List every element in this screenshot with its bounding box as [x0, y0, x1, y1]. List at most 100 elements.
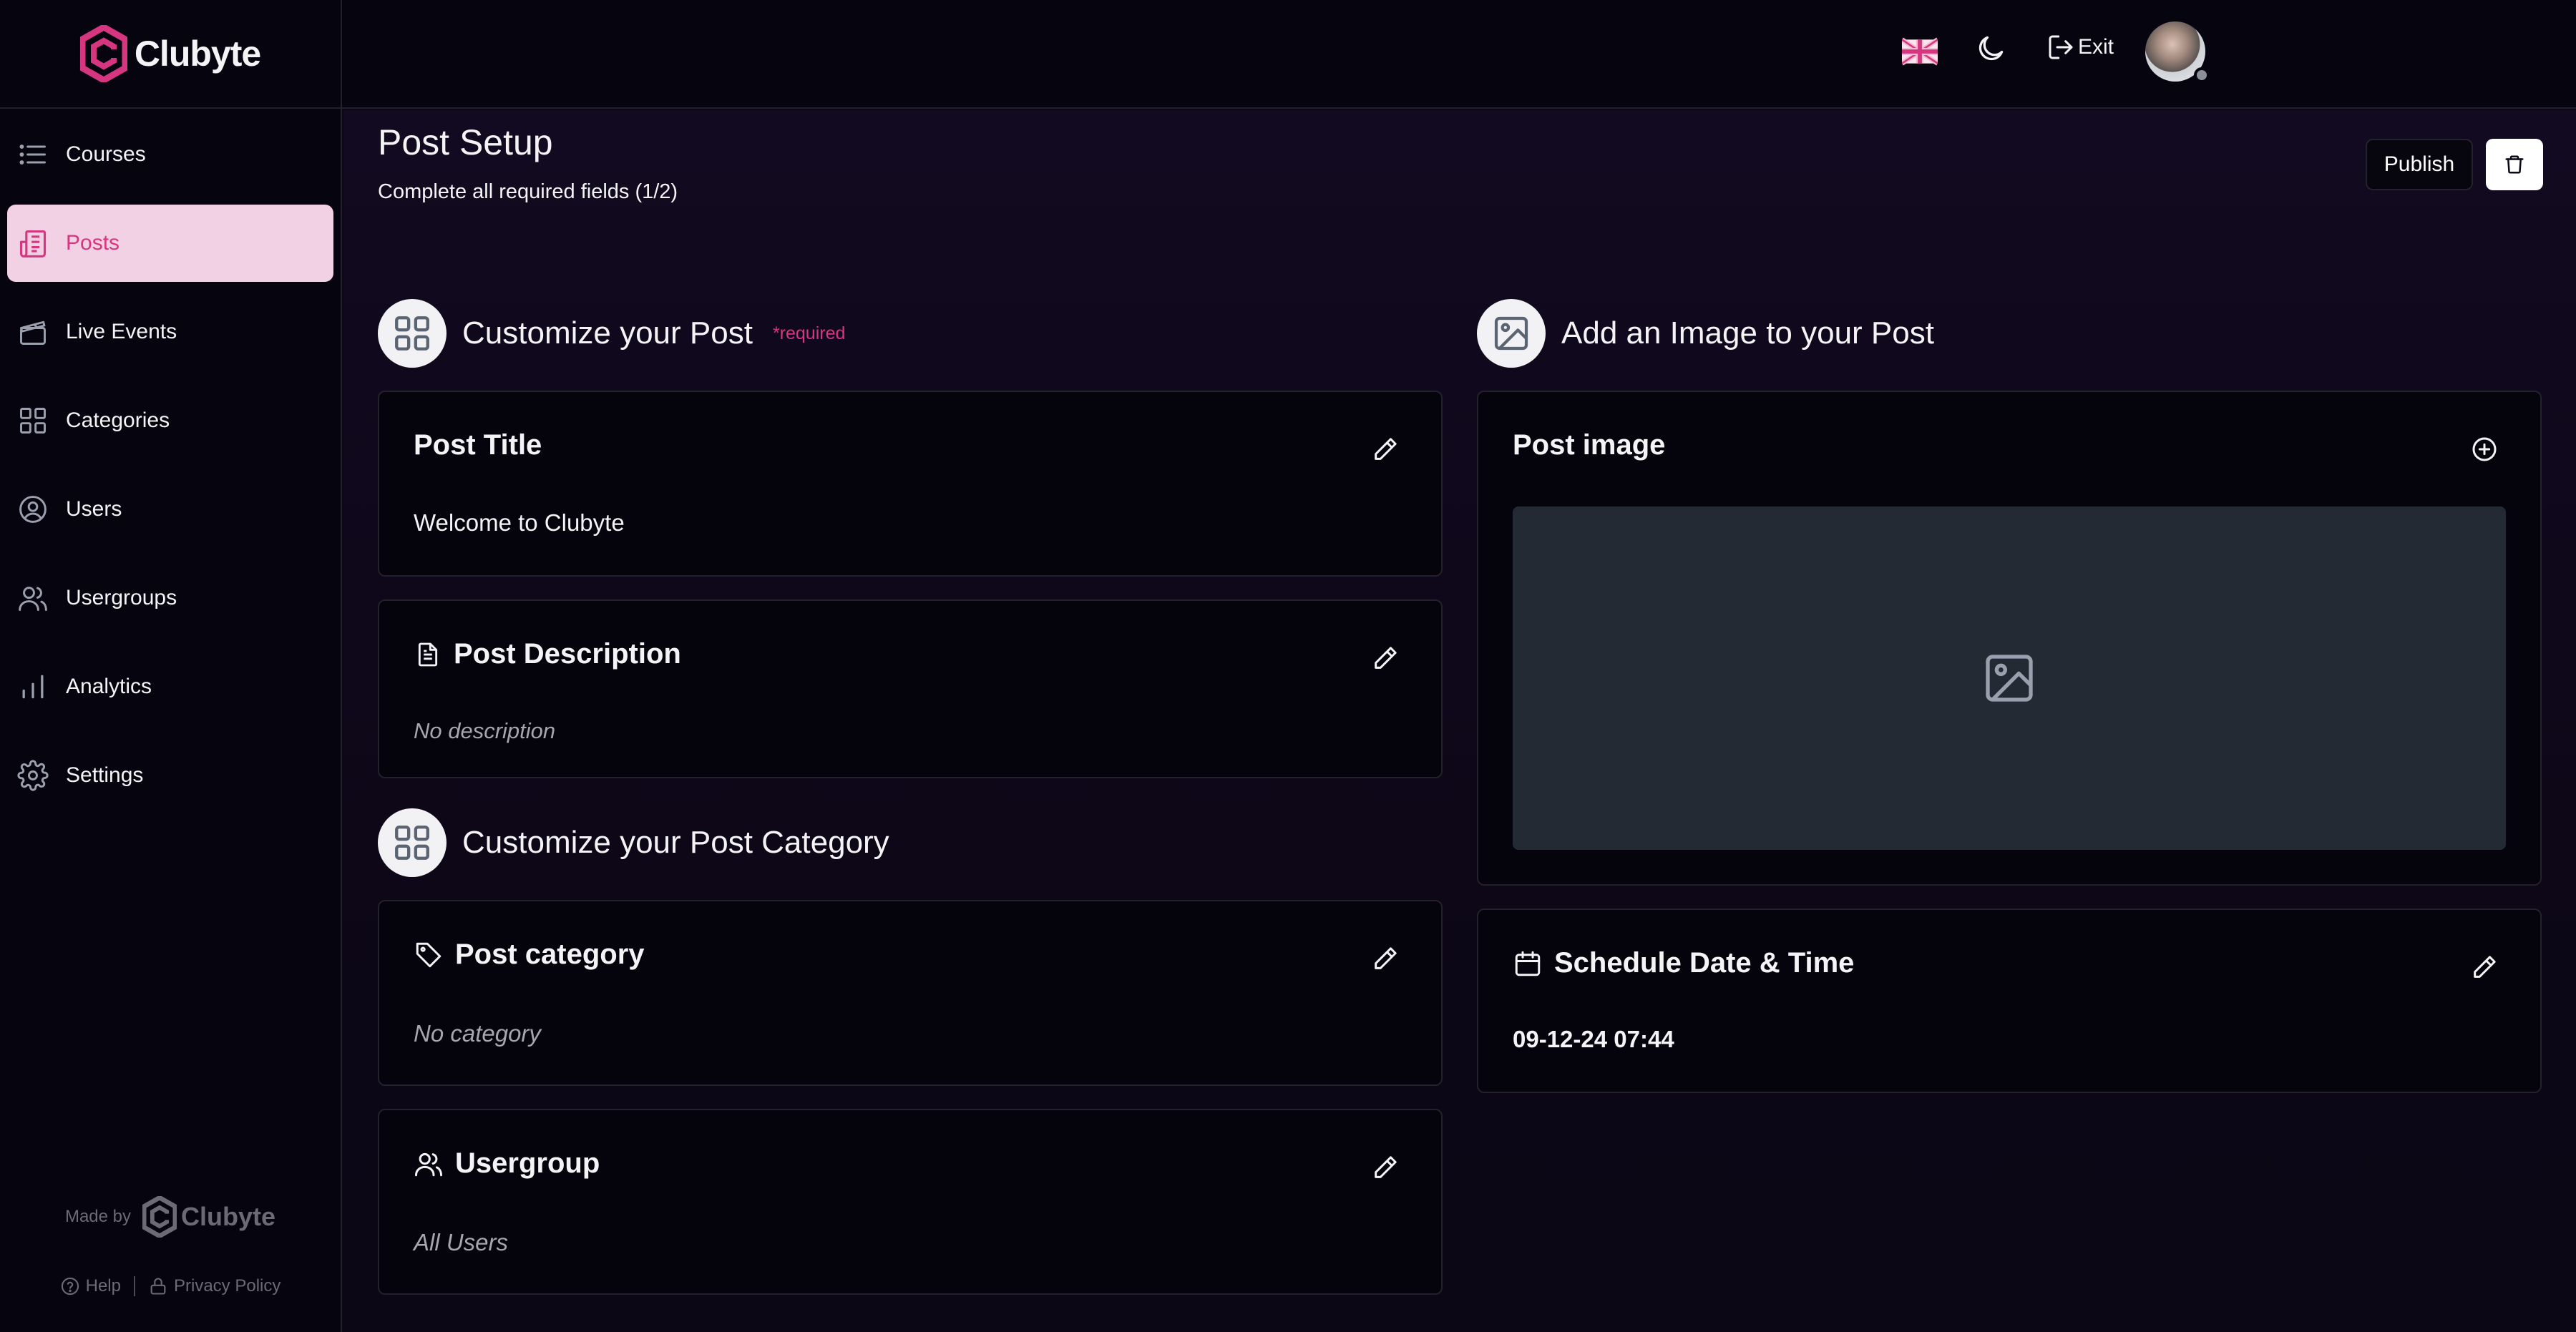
help-icon — [61, 1277, 79, 1296]
made-by-brand[interactable]: Clubyte — [142, 1196, 275, 1238]
top-bar — [342, 0, 2576, 109]
post-image-heading: Post image — [1513, 429, 1666, 461]
made-by-brand-name: Clubyte — [181, 1202, 276, 1231]
trash-icon — [2505, 155, 2524, 174]
sidebar-item-label: Analytics — [66, 675, 152, 698]
clapperboard-icon — [20, 320, 46, 345]
clubyte-logo-icon — [79, 25, 127, 82]
moon-icon[interactable] — [1975, 33, 2006, 64]
tag-icon — [416, 942, 441, 967]
image-icon — [1477, 299, 1546, 368]
sidebar-item-live-events[interactable]: Live Events — [7, 293, 333, 371]
sidebar-item-analytics[interactable]: Analytics — [7, 648, 333, 725]
post-category-heading: Post category — [455, 939, 645, 970]
sidebar: Clubyte Courses Posts Live Events Catego… — [0, 0, 342, 1332]
sidebar-nav: Courses Posts Live Events Categories Use… — [0, 109, 341, 814]
page-title: Post Setup — [378, 122, 553, 162]
section-customize-post: Customize your Post *required — [378, 299, 845, 368]
post-description-heading: Post Description — [454, 638, 681, 670]
edit-icon[interactable] — [1371, 435, 1400, 464]
sidebar-item-label: Posts — [66, 231, 120, 255]
card-title: Usergroup — [414, 1147, 600, 1180]
add-circle-icon[interactable] — [2470, 435, 2499, 464]
edit-icon[interactable] — [1371, 1153, 1400, 1182]
footer-divider — [133, 1276, 135, 1296]
grid-icon — [378, 808, 447, 877]
list-icon — [19, 145, 46, 165]
bar-chart-icon — [22, 675, 44, 699]
edit-icon[interactable] — [2470, 953, 2499, 981]
sidebar-item-categories[interactable]: Categories — [7, 382, 333, 459]
gear-icon — [17, 760, 49, 791]
lock-icon — [150, 1278, 166, 1295]
calendar-icon — [1515, 951, 1541, 976]
schedule-heading: Schedule Date & Time — [1554, 947, 1855, 979]
section-title: Customize your Post — [462, 315, 753, 351]
help-label: Help — [85, 1276, 121, 1296]
exit-button[interactable]: Exit — [2046, 33, 2114, 62]
sidebar-item-label: Users — [66, 497, 122, 521]
clubyte-logo-icon — [142, 1196, 177, 1238]
section-title: Add an Image to your Post — [1561, 315, 1934, 351]
post-description-card: Post Description No description — [378, 599, 1443, 778]
status-indicator — [2194, 67, 2210, 83]
required-badge: *required — [772, 323, 846, 343]
section-add-image: Add an Image to your Post — [1477, 299, 1934, 368]
schedule-value: 09-12-24 07:44 — [1513, 1026, 1674, 1052]
post-image-card: Post image — [1477, 391, 2542, 886]
grid-icon — [378, 299, 447, 368]
help-link[interactable]: Help — [60, 1276, 121, 1296]
image-icon — [1986, 655, 2033, 702]
post-title-heading: Post Title — [414, 429, 542, 461]
logout-icon — [2049, 35, 2073, 59]
usergroup-heading: Usergroup — [455, 1147, 600, 1179]
sidebar-item-usergroups[interactable]: Usergroups — [7, 559, 333, 637]
post-category-value: No category — [414, 1020, 541, 1047]
post-title-card: Post Title Welcome to Clubyte — [378, 391, 1443, 577]
sidebar-item-posts[interactable]: Posts — [7, 205, 333, 282]
delete-button[interactable] — [2486, 139, 2543, 190]
sidebar-item-users[interactable]: Users — [7, 471, 333, 548]
section-customize-category: Customize your Post Category — [378, 808, 889, 877]
post-title-value: Welcome to Clubyte — [414, 509, 625, 536]
section-title: Customize your Post Category — [462, 825, 889, 860]
uk-flag-icon — [1902, 37, 1938, 66]
post-category-card: Post category No category — [378, 900, 1443, 1086]
sidebar-item-courses[interactable]: Courses — [7, 116, 333, 193]
card-title: Post Description — [414, 638, 681, 670]
card-title: Schedule Date & Time — [1513, 947, 1854, 979]
sidebar-item-label: Live Events — [66, 320, 177, 343]
footer-links: Help Privacy Policy — [60, 1276, 280, 1296]
users-icon — [19, 587, 47, 611]
usergroup-card: Usergroup All Users — [378, 1109, 1443, 1295]
users-icon — [415, 1152, 442, 1176]
sidebar-item-settings[interactable]: Settings — [7, 737, 333, 814]
brand-name: Clubyte — [134, 34, 261, 74]
brand-logo[interactable]: Clubyte — [0, 0, 341, 109]
sidebar-item-label: Settings — [66, 763, 144, 787]
privacy-label: Privacy Policy — [173, 1276, 281, 1296]
page-subtitle: Complete all required fields (1/2) — [378, 180, 678, 203]
schedule-card: Schedule Date & Time 09-12-24 07:44 — [1477, 909, 2542, 1093]
grid-icon — [20, 408, 46, 434]
post-description-value: No description — [414, 718, 556, 743]
card-title: Post category — [414, 939, 645, 971]
image-placeholder[interactable] — [1513, 506, 2506, 850]
sidebar-footer: Made by Clubyte Help Privacy Policy — [0, 1196, 341, 1332]
card-title: Post Title — [414, 429, 542, 461]
publish-button[interactable]: Publish — [2366, 139, 2473, 190]
sidebar-item-label: Courses — [66, 142, 146, 166]
exit-label: Exit — [2078, 35, 2114, 59]
sidebar-item-label: Usergroups — [66, 586, 177, 609]
language-flag-icon[interactable] — [1902, 37, 1938, 66]
card-title: Post image — [1513, 429, 1665, 461]
made-by-label: Made by — [64, 1207, 132, 1226]
edit-icon[interactable] — [1371, 944, 1400, 973]
sidebar-item-label: Categories — [66, 408, 170, 432]
privacy-link[interactable]: Privacy Policy — [148, 1276, 280, 1296]
user-circle-icon — [19, 496, 47, 523]
edit-icon[interactable] — [1371, 644, 1400, 672]
document-icon — [418, 642, 438, 666]
usergroup-value: All Users — [414, 1229, 509, 1255]
newspaper-icon — [19, 230, 47, 258]
